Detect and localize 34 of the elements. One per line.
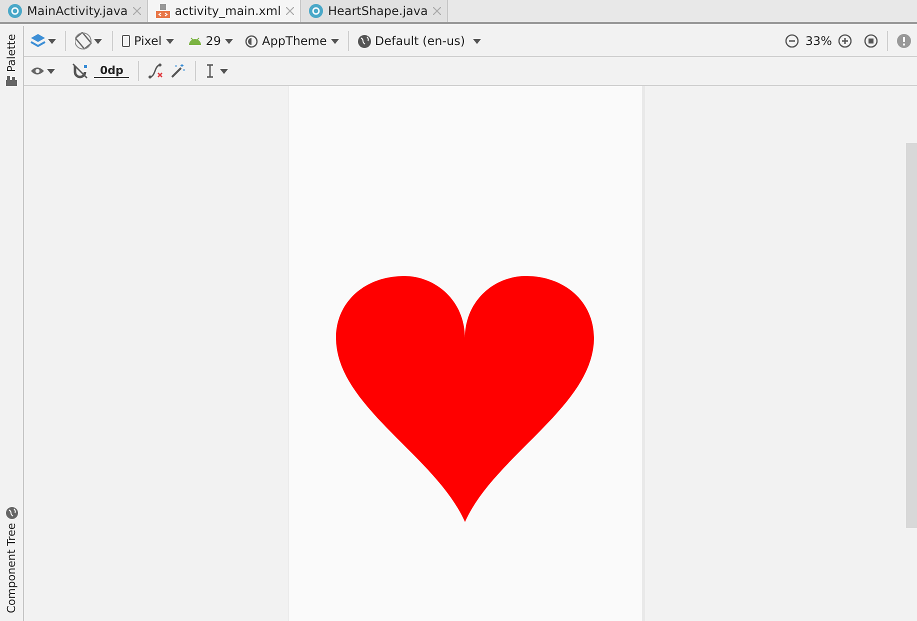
zoom-level: 33% (805, 34, 832, 48)
default-margin-field[interactable]: 0dp (94, 64, 130, 78)
theme-icon (245, 34, 258, 48)
magic-wand-icon[interactable] (170, 63, 186, 79)
caret-icon (166, 38, 174, 44)
globe-icon (358, 34, 371, 48)
side-panel-tab[interactable]: Component Tree (5, 506, 18, 613)
class-icon (308, 4, 323, 18)
globe-icon (6, 506, 18, 519)
caret-icon (473, 38, 482, 44)
caret-icon (225, 38, 234, 44)
scrollbar[interactable] (906, 143, 917, 528)
layers-icon[interactable] (30, 33, 56, 49)
phone-icon (122, 35, 130, 47)
file-tab[interactable]: HeartShape.java (300, 0, 448, 22)
side-panel-tab[interactable]: Palette (5, 34, 18, 86)
eye-icon[interactable] (30, 65, 56, 77)
zoom-in-icon[interactable] (838, 34, 852, 48)
file-tab[interactable]: activity_main.xml (148, 0, 301, 22)
caret-icon (330, 38, 339, 44)
api-level-dropdown[interactable]: 29 (188, 34, 234, 48)
layout-file-icon (156, 4, 170, 18)
palette-icon (6, 76, 17, 86)
zoom-out-icon[interactable] (785, 34, 800, 48)
warning-icon[interactable] (897, 34, 911, 48)
locale-dropdown[interactable]: Default (en-us) (358, 34, 482, 48)
android-icon (188, 37, 202, 45)
theme-dropdown[interactable]: AppTheme (245, 34, 339, 48)
zoom-fit-icon[interactable] (864, 34, 878, 48)
class-icon (8, 4, 22, 18)
file-tab[interactable]: MainActivity.java (0, 0, 148, 22)
device-dropdown[interactable]: Pixel (122, 34, 174, 48)
rotate-icon[interactable] (75, 32, 103, 50)
clear-constraints-icon[interactable] (148, 63, 164, 79)
